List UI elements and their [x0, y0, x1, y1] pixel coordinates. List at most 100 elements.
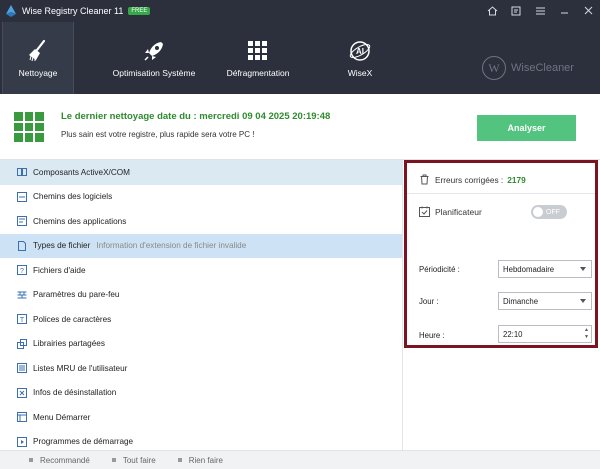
chevron-down-icon	[580, 299, 586, 303]
bottom-bar: Recommandé Tout faire Rien faire	[0, 450, 600, 469]
activex-icon	[17, 167, 27, 177]
recommended-link[interactable]: Recommandé	[29, 456, 90, 465]
main-toolbar: Nettoyage Optimisation Système Défragmen…	[0, 22, 600, 94]
frequency-select[interactable]: Hebdomadaire	[498, 260, 592, 278]
day-label: Jour :	[419, 297, 439, 306]
frequency-label: Périodicité :	[419, 265, 460, 274]
list-item-label: Librairies partagées	[33, 339, 105, 349]
list-item[interactable]: Librairies partagées	[0, 332, 402, 357]
scheduler-header: Planificateur	[419, 206, 482, 217]
font-icon: T	[17, 314, 27, 325]
scheduler-panel: Erreurs corrigées : 2179 Planificateur O…	[404, 160, 598, 348]
svg-text:T: T	[20, 317, 25, 324]
list-item[interactable]: T Polices de caractères	[0, 307, 402, 332]
list-item[interactable]: Chemins des applications	[0, 209, 402, 234]
feedback-icon[interactable]	[504, 0, 528, 22]
rocket-icon	[141, 38, 167, 64]
tab-wisex-label: WiseX	[347, 68, 373, 78]
broom-icon	[25, 38, 51, 64]
list-item-label: Polices de caractères	[33, 314, 112, 324]
tab-defragmentation[interactable]: Défragmentation	[220, 22, 296, 94]
startup-program-icon	[17, 436, 27, 447]
toggle-state-label: OFF	[546, 208, 560, 216]
list-item[interactable]: Paramètres du pare-feu	[0, 283, 402, 308]
list-item-label: Composants ActiveX/COM	[33, 167, 130, 177]
day-value: Dimanche	[503, 296, 539, 306]
time-value: 22:10	[503, 329, 523, 339]
time-spinner[interactable]: 22:10 ▲ ▼	[498, 325, 592, 343]
panel-divider	[407, 193, 595, 194]
list-item-label: Infos de désinstallation	[33, 388, 117, 398]
list-item-label: Programmes de démarrage	[33, 437, 134, 447]
list-item-label: Listes MRU de l'utilisateur	[33, 363, 128, 373]
list-item[interactable]: Menu Démarrer	[0, 405, 402, 430]
errors-fixed-count: 2179	[507, 174, 526, 185]
firewall-icon	[17, 290, 27, 300]
minimize-icon[interactable]	[552, 0, 576, 22]
software-path-icon	[17, 191, 27, 202]
list-item-label: Chemins des logiciels	[33, 192, 113, 202]
uninstall-icon	[17, 387, 27, 398]
window-controls	[480, 0, 600, 22]
home-icon[interactable]	[480, 0, 504, 22]
list-item[interactable]: Types de fichier Information d'extension…	[0, 233, 402, 258]
wisecleaner-logo-icon: W	[482, 56, 506, 80]
defrag-grid-icon	[247, 38, 269, 64]
app-path-icon	[17, 216, 27, 227]
column-divider	[402, 160, 403, 450]
mru-list-icon	[17, 363, 27, 374]
tab-nettoyage[interactable]: Nettoyage	[2, 22, 74, 94]
wisecleaner-brand: W WiseCleaner	[482, 56, 574, 80]
last-clean-status: Le dernier nettoyage date du : mercredi …	[0, 94, 600, 160]
file-type-icon	[17, 240, 27, 251]
svg-text:AI: AI	[356, 47, 364, 56]
list-item-label: Fichiers d'aide	[33, 265, 86, 275]
frequency-value: Hebdomadaire	[503, 264, 555, 274]
tab-nettoyage-label: Nettoyage	[18, 68, 58, 78]
chevron-down-icon	[580, 267, 586, 271]
help-file-icon: ?	[17, 265, 27, 276]
bullet-icon	[29, 458, 33, 462]
list-item-label: Menu Démarrer	[33, 412, 91, 422]
app-logo-icon	[6, 5, 16, 17]
errors-fixed-summary: Erreurs corrigées : 2179	[419, 174, 526, 185]
tab-wisex[interactable]: AI WiseX	[335, 22, 385, 94]
tab-optimisation[interactable]: Optimisation Système	[108, 22, 200, 94]
analyze-button[interactable]: Analyser	[477, 115, 576, 141]
title-bar: Wise Registry Cleaner 11 FREE	[0, 0, 600, 22]
list-item-description: Information d'extension de fichier inval…	[96, 241, 247, 251]
last-clean-subtext: Plus sain est votre registre, plus rapid…	[61, 130, 255, 139]
list-item[interactable]: Infos de désinstallation	[0, 381, 402, 406]
list-item[interactable]: Listes MRU de l'utilisateur	[0, 356, 402, 381]
tab-defragmentation-label: Défragmentation	[226, 68, 290, 78]
errors-fixed-label: Erreurs corrigées :	[435, 174, 504, 185]
select-none-link[interactable]: Rien faire	[177, 455, 223, 465]
time-label: Heure :	[419, 331, 445, 340]
list-item-label: Types de fichier	[33, 241, 91, 251]
scheduler-toggle[interactable]: OFF	[531, 205, 567, 219]
list-item[interactable]: Programmes de démarrage	[0, 430, 402, 451]
calendar-check-icon	[419, 206, 430, 217]
recommended-label: Recommandé	[40, 455, 90, 465]
bullet-icon	[177, 458, 182, 462]
free-badge: FREE	[128, 7, 151, 15]
shared-library-icon	[17, 338, 27, 349]
list-item-label: Paramètres du pare-feu	[33, 290, 120, 300]
wisecleaner-text: WiseCleaner	[511, 62, 574, 74]
day-select[interactable]: Dimanche	[498, 292, 592, 310]
list-item[interactable]: Chemins des logiciels	[0, 185, 402, 210]
registry-grid-icon	[14, 112, 44, 142]
spinner-arrows-icon[interactable]: ▲ ▼	[584, 327, 589, 341]
list-item[interactable]: Composants ActiveX/COM	[0, 160, 402, 185]
list-item[interactable]: ? Fichiers d'aide	[0, 258, 402, 283]
select-all-label: Tout faire	[122, 455, 156, 465]
close-icon[interactable]	[576, 0, 600, 22]
select-none-label: Rien faire	[188, 455, 223, 465]
toggle-knob	[533, 207, 543, 217]
menu-icon[interactable]	[528, 0, 552, 22]
app-title: Wise Registry Cleaner 11	[22, 6, 124, 16]
start-menu-icon	[17, 412, 27, 423]
svg-text:?: ?	[20, 268, 24, 275]
select-all-link[interactable]: Tout faire	[111, 455, 156, 465]
tab-optimisation-label: Optimisation Système	[112, 68, 196, 78]
